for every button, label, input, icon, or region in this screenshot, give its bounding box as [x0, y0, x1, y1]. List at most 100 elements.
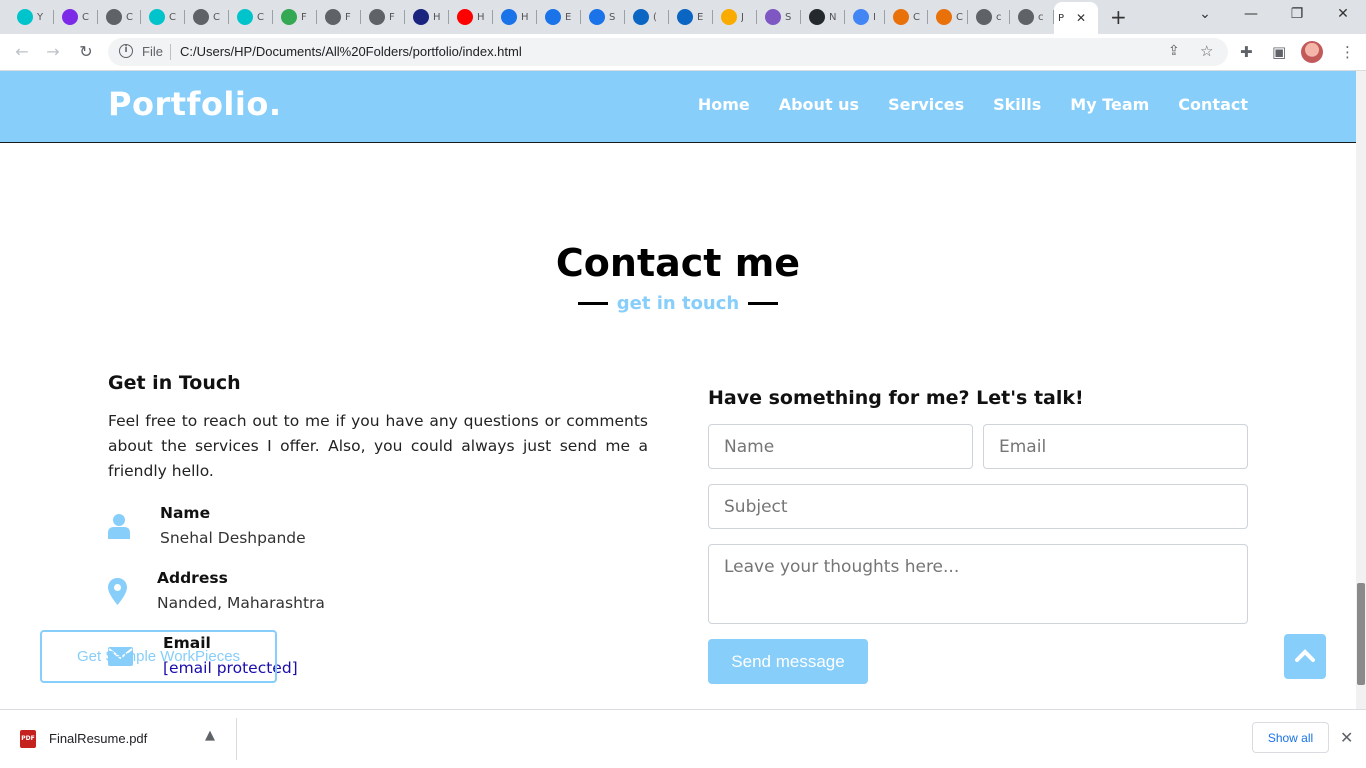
canva-icon — [62, 9, 78, 25]
browser-tab[interactable]: N — [801, 4, 845, 30]
close-downloads-bar-button[interactable]: ✕ — [1340, 728, 1353, 747]
browser-tab[interactable]: H — [405, 4, 449, 30]
browser-menu-icon[interactable]: ⋮ — [1340, 43, 1355, 61]
browser-tab-active[interactable]: P ✕ — [1054, 2, 1098, 34]
canva-icon — [17, 9, 33, 25]
window-close-button[interactable]: ✕ — [1333, 6, 1353, 22]
contact-name-label: Name — [160, 504, 211, 522]
canva-icon — [149, 9, 165, 25]
browser-tab[interactable]: Y — [9, 4, 54, 30]
browser-tab[interactable]: J — [713, 4, 757, 30]
browser-tab[interactable]: S — [581, 4, 625, 30]
arrow-icon — [545, 9, 561, 25]
nav-link-contact[interactable]: Contact — [1178, 95, 1248, 114]
browser-tab[interactable]: H — [449, 4, 493, 30]
new-tab-button[interactable]: + — [1110, 7, 1127, 27]
send-message-button[interactable]: Send message — [708, 639, 868, 684]
side-panel-icon[interactable]: ▣ — [1272, 43, 1286, 61]
forward-button[interactable]: → — [43, 42, 63, 61]
nav-link-team[interactable]: My Team — [1070, 95, 1149, 114]
browser-tab[interactable]: C — [229, 4, 273, 30]
tab-title: H — [433, 11, 441, 23]
gfg-icon — [936, 9, 952, 25]
arrow-icon — [589, 9, 605, 25]
page-scrollbar[interactable] — [1356, 71, 1366, 709]
tab-title: E — [565, 11, 572, 23]
show-all-downloads-button[interactable]: Show all — [1252, 722, 1329, 753]
scheme-label: File — [142, 44, 163, 59]
url-text[interactable]: C:/Users/HP/Documents/All%20Folders/port… — [180, 44, 522, 59]
browser-tab[interactable]: F — [361, 4, 405, 30]
share-icon[interactable]: ⇪ — [1168, 43, 1180, 59]
bookmark-star-icon[interactable]: ☆ — [1200, 42, 1213, 60]
browser-tab[interactable]: C — [928, 4, 968, 30]
browser-tab[interactable]: C — [98, 4, 141, 30]
bars-icon — [721, 9, 737, 25]
section-title: Contact me — [555, 241, 801, 285]
email-input[interactable] — [983, 424, 1248, 469]
download-options-chevron-icon[interactable]: ▲ — [205, 728, 215, 743]
tab-title: J — [741, 11, 744, 23]
tab-separator — [228, 10, 229, 24]
site-menu: Home About us Services Skills My Team Co… — [698, 95, 1248, 114]
browser-tab[interactable]: E — [537, 4, 581, 30]
tab-separator — [844, 10, 845, 24]
arrow-icon — [501, 9, 517, 25]
form-heading: Have something for me? Let's talk! — [708, 387, 1084, 409]
download-item-name[interactable]: FinalResume.pdf — [49, 731, 147, 746]
subject-input[interactable] — [708, 484, 1248, 529]
tab-search-chevron-icon[interactable]: ⌄ — [1195, 6, 1215, 22]
nav-link-about[interactable]: About us — [779, 95, 859, 114]
globe-icon — [1018, 9, 1034, 25]
browser-tab[interactable]: C — [885, 4, 928, 30]
nav-link-home[interactable]: Home — [698, 95, 750, 114]
omnibox-divider — [170, 44, 171, 60]
address-bar[interactable]: i File C:/Users/HP/Documents/All%20Folde… — [108, 38, 1228, 66]
get-in-touch-heading: Get in Touch — [108, 372, 241, 394]
back-to-top-button[interactable] — [1284, 634, 1326, 679]
browser-tab[interactable]: ( — [625, 4, 669, 30]
scrollbar-thumb[interactable] — [1357, 583, 1365, 685]
site-logo[interactable]: Portfolio. — [108, 85, 282, 123]
nav-link-services[interactable]: Services — [888, 95, 964, 114]
minimize-button[interactable]: — — [1241, 6, 1261, 22]
back-button[interactable]: ← — [12, 42, 32, 61]
browser-tab[interactable]: S — [757, 4, 801, 30]
browser-tab[interactable]: F — [273, 4, 317, 30]
contact-address-value: Nanded, Maharashtra — [157, 594, 325, 612]
profile-avatar[interactable] — [1301, 41, 1323, 63]
tab-title: C — [126, 11, 133, 23]
browser-tab[interactable]: H — [493, 4, 537, 30]
site-info-icon[interactable]: i — [119, 44, 133, 58]
browser-tab[interactable]: C — [185, 4, 229, 30]
tab-title: C — [82, 11, 89, 23]
browser-tab[interactable]: c — [1010, 4, 1054, 30]
tab-separator — [404, 10, 405, 24]
nav-link-skills[interactable]: Skills — [993, 95, 1041, 114]
browser-tab[interactable]: I — [845, 4, 885, 30]
reload-button[interactable]: ↻ — [76, 42, 96, 61]
browser-tab[interactable]: c — [968, 4, 1010, 30]
get-sample-workpieces-button[interactable]: Get Sample WorkPieces — [40, 630, 277, 683]
tab-separator — [272, 10, 273, 24]
get-in-touch-paragraph: Feel free to reach out to me if you have… — [108, 412, 648, 480]
tab-separator — [1009, 10, 1010, 24]
browser-tab[interactable]: C — [54, 4, 98, 30]
browser-tab[interactable]: C — [141, 4, 185, 30]
extensions-puzzle-icon[interactable]: ✚ — [1240, 43, 1253, 61]
tab-separator — [97, 10, 98, 24]
browser-tab[interactable]: E — [669, 4, 713, 30]
tab-separator — [316, 10, 317, 24]
linkedin-icon — [677, 9, 693, 25]
restore-button[interactable]: ❐ — [1287, 6, 1307, 22]
name-input[interactable] — [708, 424, 973, 469]
browser-tab[interactable]: F — [317, 4, 361, 30]
downloads-bar: PDF FinalResume.pdf ▲ Show all ✕ — [0, 709, 1366, 768]
browser-tab-strip: c c C C I N S J E (S E H H H F F F C C C C C Y P ✕ + ⌄ — ❐ ✕ — [0, 0, 1366, 34]
github-icon — [809, 9, 825, 25]
section-subtitle: get in touch — [0, 293, 1356, 314]
close-tab-icon[interactable]: ✕ — [1076, 11, 1086, 25]
subtitle-text: get in touch — [616, 293, 740, 314]
tab-separator — [53, 10, 54, 24]
message-textarea[interactable] — [708, 544, 1248, 624]
